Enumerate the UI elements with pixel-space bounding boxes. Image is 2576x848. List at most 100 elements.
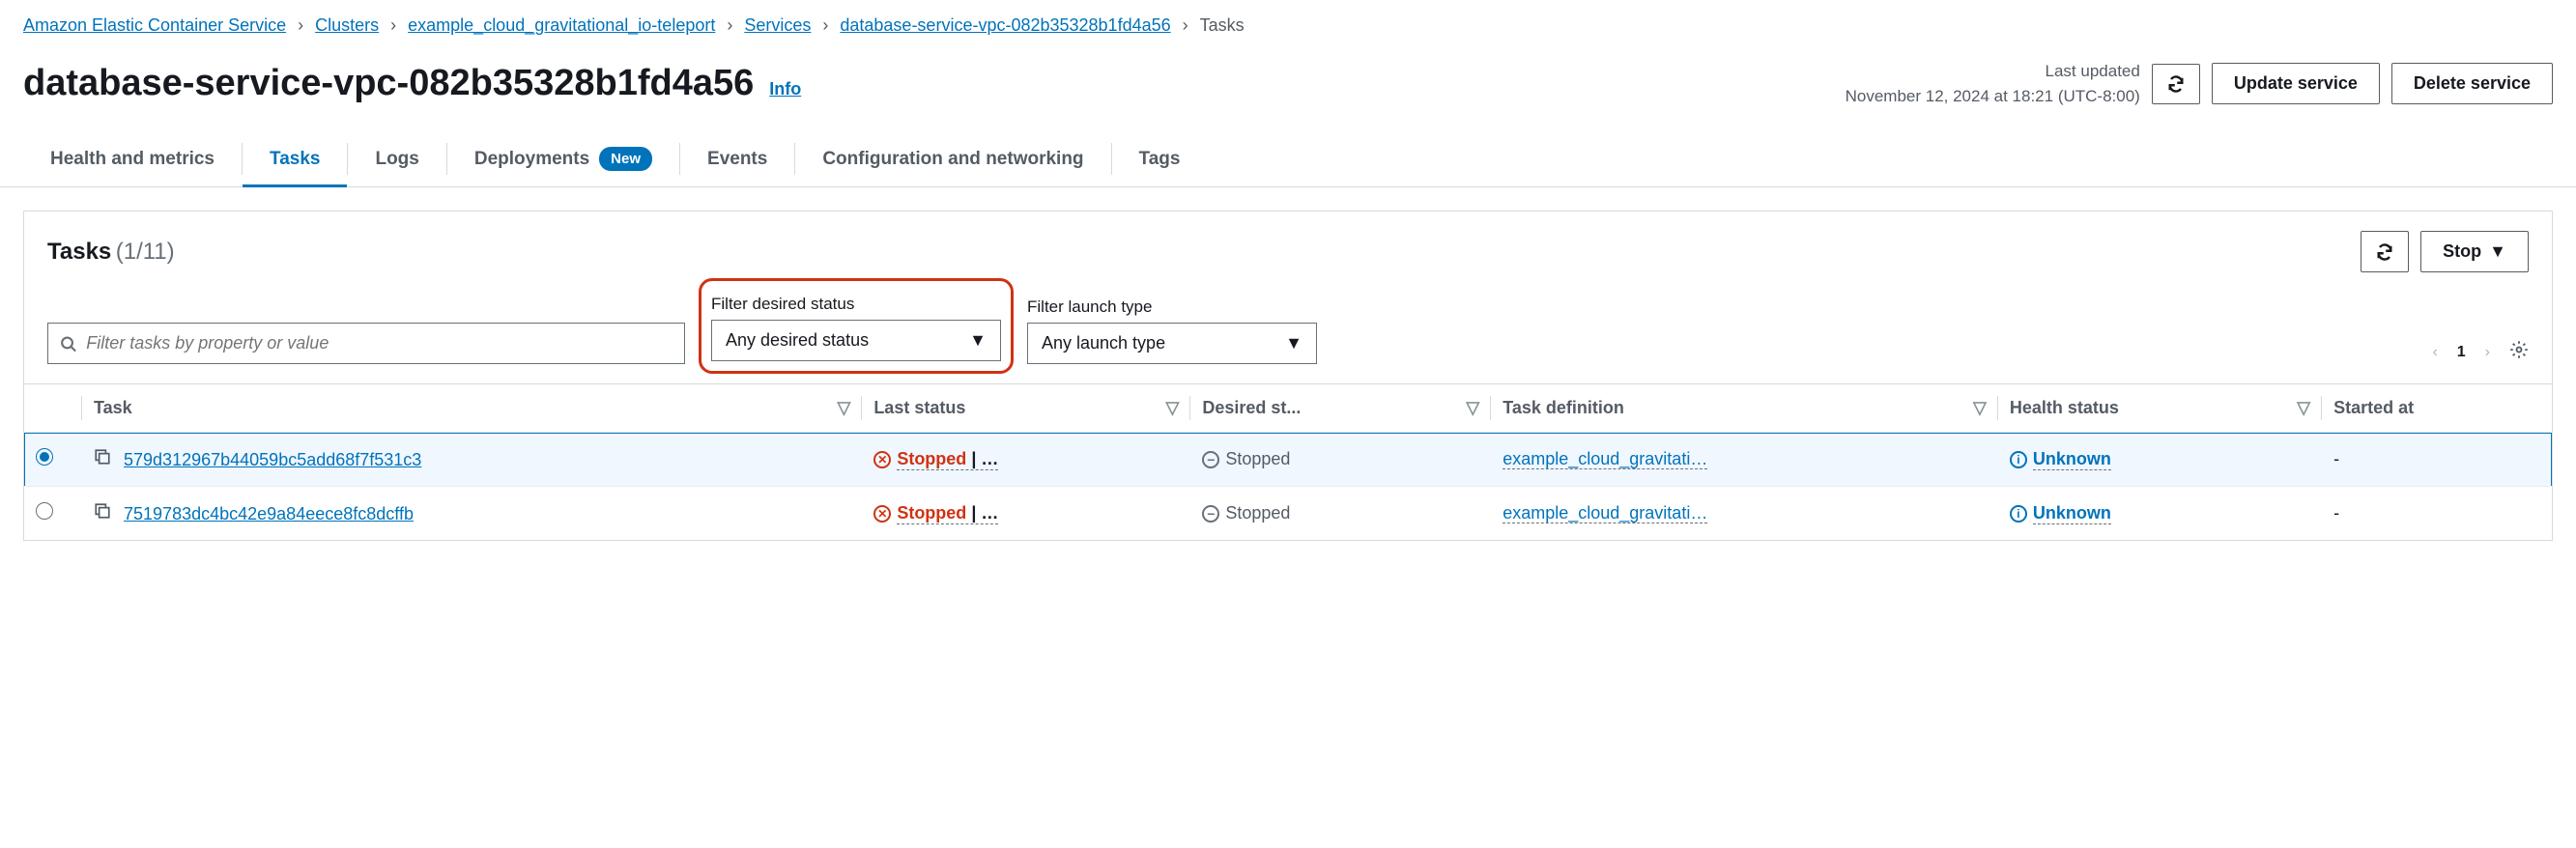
prev-page[interactable]: ‹ [2432, 344, 2437, 361]
error-icon: ✕ [873, 451, 891, 468]
error-icon: ✕ [873, 505, 891, 523]
tab-tasks[interactable]: Tasks [243, 131, 347, 186]
status-text: Unknown [2033, 449, 2111, 470]
minus-icon: − [1202, 505, 1219, 523]
started-at: - [2322, 433, 2552, 487]
health-status: i Unknown [2010, 503, 2111, 524]
chevron-right-icon: › [298, 15, 303, 36]
task-definition-link[interactable]: example_cloud_gravitati… [1503, 503, 1707, 523]
page-header: database-service-vpc-082b35328b1fd4a56 I… [0, 51, 2576, 131]
last-status: ✕ Stopped [873, 503, 998, 524]
refresh-button[interactable] [2152, 64, 2200, 104]
panel-title: Tasks [47, 239, 111, 265]
breadcrumb-current: Tasks [1200, 15, 1245, 36]
breadcrumb-link-service[interactable]: database-service-vpc-082b35328b1fd4a56 [840, 15, 1170, 36]
refresh-icon [2375, 242, 2394, 262]
sort-icon: ▽ [2297, 398, 2310, 418]
status-text: Unknown [2033, 503, 2111, 524]
last-status: ✕ Stopped [873, 449, 998, 470]
refresh-icon [2166, 74, 2186, 94]
info-link[interactable]: Info [769, 79, 801, 99]
col-desired-status[interactable]: Desired st...▽ [1190, 384, 1491, 433]
info-icon: i [2010, 451, 2027, 468]
panel-count: (1/11) [116, 239, 175, 265]
health-status: i Unknown [2010, 449, 2111, 470]
pagination: ‹ 1 › [2432, 340, 2529, 364]
status-text: Stopped [897, 449, 998, 470]
task-definition-link[interactable]: example_cloud_gravitati… [1503, 449, 1707, 469]
copy-icon[interactable] [94, 450, 116, 469]
page-number: 1 [2457, 344, 2466, 361]
breadcrumb-link-ecs[interactable]: Amazon Elastic Container Service [23, 15, 286, 36]
desired-status: − Stopped [1202, 449, 1290, 469]
gear-icon [2509, 340, 2529, 359]
minus-icon: − [1202, 451, 1219, 468]
delete-service-button[interactable]: Delete service [2391, 63, 2553, 104]
col-health-status[interactable]: Health status▽ [1998, 384, 2322, 433]
col-last-status[interactable]: Last status▽ [862, 384, 1190, 433]
chevron-right-icon: › [390, 15, 396, 36]
chevron-right-icon: › [1183, 15, 1188, 36]
col-started-at[interactable]: Started at [2322, 384, 2552, 433]
breadcrumb: Amazon Elastic Container Service › Clust… [0, 0, 2576, 51]
next-page[interactable]: › [2485, 344, 2490, 361]
filter-status-select[interactable]: Any desired status ▼ [711, 320, 1001, 361]
breadcrumb-link-services[interactable]: Services [744, 15, 811, 36]
sort-icon: ▽ [837, 398, 850, 418]
filter-status-highlight: Filter desired status Any desired status… [699, 278, 1014, 374]
chevron-right-icon: › [822, 15, 828, 36]
row-radio[interactable] [36, 502, 53, 520]
tab-health[interactable]: Health and metrics [23, 131, 242, 186]
page-title: database-service-vpc-082b35328b1fd4a56 [23, 63, 754, 104]
sort-icon: ▽ [1973, 398, 1987, 418]
last-updated-label: Last updated [1846, 59, 2140, 84]
task-id-link[interactable]: 7519783dc4bc42e9a84eece8fc8dcffb [124, 504, 414, 523]
caret-down-icon: ▼ [1285, 333, 1302, 353]
panel-refresh-button[interactable] [2361, 231, 2409, 272]
breadcrumb-link-clusters[interactable]: Clusters [315, 15, 379, 36]
last-updated-value: November 12, 2024 at 18:21 (UTC-8:00) [1846, 84, 2140, 109]
tasks-panel: Tasks (1/11) Stop ▼ Filter desired statu… [23, 211, 2553, 541]
search-icon [60, 335, 76, 353]
info-icon: i [2010, 505, 2027, 523]
stop-label: Stop [2443, 241, 2481, 262]
copy-icon[interactable] [94, 504, 116, 523]
search-input[interactable] [86, 333, 673, 353]
tab-deployments[interactable]: Deployments New [447, 131, 679, 186]
tab-label: Deployments [474, 149, 589, 170]
table-row[interactable]: 579d312967b44059bc5add68f7f531c3 ✕ Stopp… [24, 433, 2552, 487]
caret-down-icon: ▼ [2489, 241, 2506, 262]
tabs: Health and metrics Tasks Logs Deployment… [0, 131, 2576, 187]
status-text: Stopped [897, 503, 998, 524]
caret-down-icon: ▼ [969, 330, 987, 351]
started-at: - [2322, 487, 2552, 541]
col-task-definition[interactable]: Task definition▽ [1491, 384, 1998, 433]
status-text: Stopped [1225, 503, 1290, 523]
tasks-table: Task▽ Last status▽ Desired st...▽ Task d… [24, 383, 2552, 540]
breadcrumb-link-cluster[interactable]: example_cloud_gravitational_io-teleport [408, 15, 715, 36]
search-box[interactable] [47, 323, 685, 364]
col-task[interactable]: Task▽ [82, 384, 862, 433]
new-badge: New [599, 147, 652, 171]
filter-status-label: Filter desired status [711, 295, 1001, 314]
update-service-button[interactable]: Update service [2212, 63, 2380, 104]
sort-icon: ▽ [1466, 398, 1479, 418]
sort-icon: ▽ [1166, 398, 1180, 418]
filter-launch-select[interactable]: Any launch type ▼ [1027, 323, 1317, 364]
table-row[interactable]: 7519783dc4bc42e9a84eece8fc8dcffb ✕ Stopp… [24, 487, 2552, 541]
settings-button[interactable] [2509, 340, 2529, 364]
chevron-right-icon: › [727, 15, 732, 36]
filter-launch-value: Any launch type [1042, 333, 1165, 353]
tab-tags[interactable]: Tags [1112, 131, 1208, 186]
last-updated: Last updated November 12, 2024 at 18:21 … [1846, 59, 2140, 108]
tab-config[interactable]: Configuration and networking [795, 131, 1110, 186]
tab-events[interactable]: Events [680, 131, 794, 186]
desired-status: − Stopped [1202, 503, 1290, 523]
tab-logs[interactable]: Logs [348, 131, 445, 186]
filter-status-value: Any desired status [726, 330, 869, 351]
task-id-link[interactable]: 579d312967b44059bc5add68f7f531c3 [124, 450, 421, 469]
status-text: Stopped [1225, 449, 1290, 469]
stop-button[interactable]: Stop ▼ [2420, 231, 2529, 272]
row-radio[interactable] [36, 448, 53, 466]
filter-launch-label: Filter launch type [1027, 297, 1317, 317]
